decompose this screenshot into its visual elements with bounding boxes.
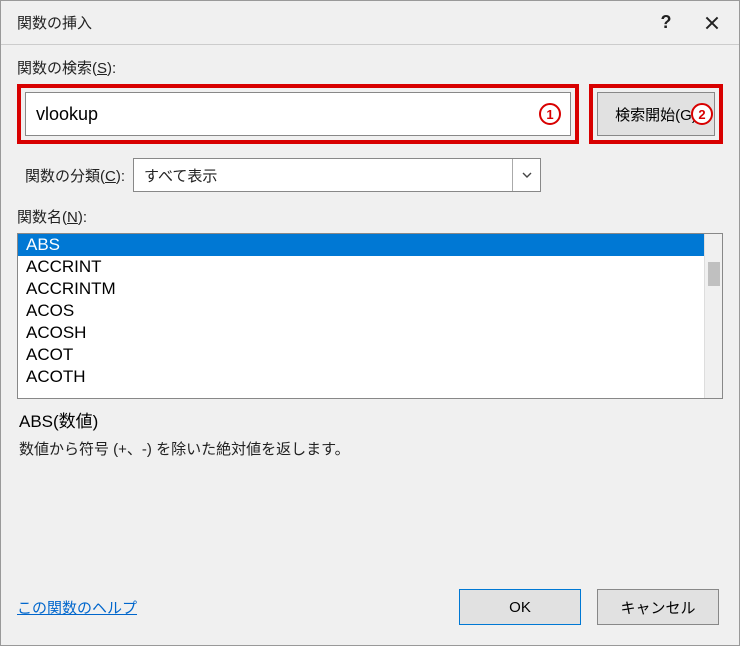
go-highlight: 検索開始(G) 2 bbox=[589, 84, 723, 144]
category-select[interactable]: すべて表示 bbox=[133, 158, 541, 192]
titlebar: 関数の挿入 ? bbox=[1, 1, 739, 45]
list-item[interactable]: ACOS bbox=[18, 300, 704, 322]
scrollbar[interactable] bbox=[704, 234, 722, 398]
list-item[interactable]: ACOT bbox=[18, 344, 704, 366]
close-button[interactable] bbox=[689, 7, 735, 39]
function-list-wrap: ABSACCRINTACCRINTMACOSACOSHACOTACOTH bbox=[17, 233, 723, 399]
function-signature: ABS(数値) bbox=[19, 407, 721, 432]
dialog-footer: この関数のヘルプ OK キャンセル bbox=[1, 575, 739, 645]
category-value: すべて表示 bbox=[134, 165, 512, 186]
function-description: 数値から符号 (+、-) を除いた絶対値を返します。 bbox=[19, 438, 721, 459]
help-button[interactable]: ? bbox=[643, 7, 689, 39]
go-button[interactable]: 検索開始(G) bbox=[597, 92, 715, 136]
search-input[interactable] bbox=[25, 92, 571, 136]
help-link[interactable]: この関数のヘルプ bbox=[17, 597, 137, 618]
list-item[interactable]: ACCRINT bbox=[18, 256, 704, 278]
ok-button[interactable]: OK bbox=[459, 589, 581, 625]
close-icon bbox=[705, 16, 719, 30]
scrollbar-thumb[interactable] bbox=[708, 262, 720, 286]
dialog-content: 関数の検索(S): 1 検索開始(G) 2 関数の分類(C): すべて表示 bbox=[1, 45, 739, 575]
search-row: 1 検索開始(G) 2 bbox=[17, 84, 723, 144]
search-highlight: 1 bbox=[17, 84, 579, 144]
chevron-down-icon bbox=[512, 159, 540, 191]
function-name-label: 関数名(N): bbox=[17, 206, 723, 227]
category-label: 関数の分類(C): bbox=[25, 165, 125, 186]
description-area: ABS(数値) 数値から符号 (+、-) を除いた絶対値を返します。 bbox=[17, 399, 723, 459]
function-list[interactable]: ABSACCRINTACCRINTMACOSACOSHACOTACOTH bbox=[18, 234, 704, 398]
list-item[interactable]: ACCRINTM bbox=[18, 278, 704, 300]
list-item[interactable]: ACOSH bbox=[18, 322, 704, 344]
cancel-button[interactable]: キャンセル bbox=[597, 589, 719, 625]
list-item[interactable]: ACOTH bbox=[18, 366, 704, 388]
search-label: 関数の検索(S): bbox=[17, 57, 723, 78]
insert-function-dialog: 関数の挿入 ? 関数の検索(S): 1 検索開始(G) 2 関数の分類(C): bbox=[0, 0, 740, 646]
list-item[interactable]: ABS bbox=[18, 234, 704, 256]
category-row: 関数の分類(C): すべて表示 bbox=[25, 158, 723, 192]
dialog-title: 関数の挿入 bbox=[17, 12, 643, 33]
